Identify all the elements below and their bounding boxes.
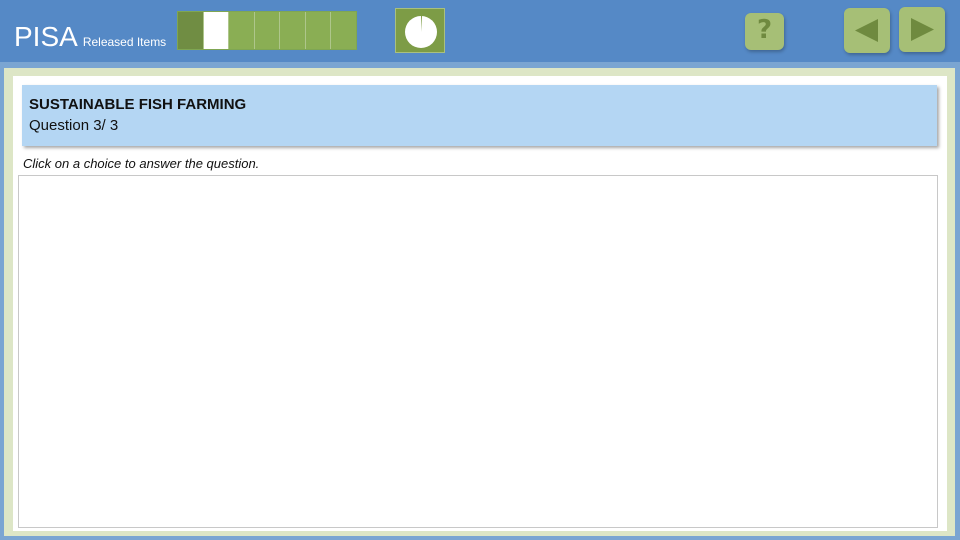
triangle-right-icon <box>911 18 934 41</box>
progress-segment <box>254 12 281 49</box>
progress-bar <box>177 11 357 50</box>
app-title: PISA <box>14 21 78 52</box>
progress-segment <box>305 12 332 49</box>
question-header: SUSTAINABLE FISH FARMING Question 3/ 3 <box>22 85 937 146</box>
next-button[interactable] <box>899 7 945 52</box>
previous-button[interactable] <box>844 8 890 53</box>
app-subtitle: Released Items <box>82 35 167 49</box>
progress-segment <box>331 12 357 49</box>
triangle-left-icon <box>855 19 878 42</box>
timer-widget <box>395 8 445 53</box>
answer-area[interactable] <box>18 175 938 528</box>
progress-segment <box>203 12 230 49</box>
progress-segment <box>280 12 306 49</box>
app-brand: PISA Released Items <box>14 19 166 55</box>
help-button[interactable]: ? <box>745 13 784 50</box>
timer-clock-icon <box>405 15 437 48</box>
unit-title: SUSTAINABLE FISH FARMING <box>29 96 247 113</box>
progress-segment <box>229 12 255 49</box>
progress-segment <box>178 12 204 49</box>
top-toolbar: PISA Released Items ? <box>0 0 960 62</box>
instruction-text: Click on a choice to answer the question… <box>23 156 260 171</box>
question-mark-icon: ? <box>756 15 773 45</box>
question-number: Question 3/ 3 <box>29 117 119 134</box>
